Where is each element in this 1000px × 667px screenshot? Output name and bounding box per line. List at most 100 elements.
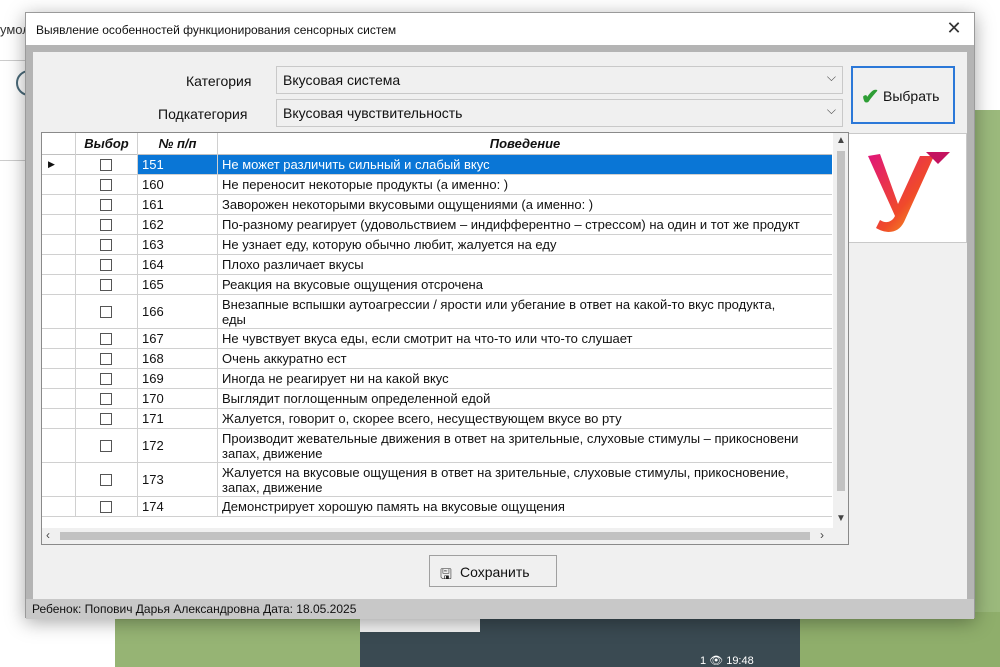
table-row[interactable]: 169 Иногда не реагирует ни на какой вкус [42, 369, 832, 389]
header-choice[interactable]: Выбор [76, 133, 138, 155]
row-behavior-text: Выглядит поглощенным определенной едой [222, 391, 491, 406]
row-number[interactable]: 161 [138, 195, 218, 214]
save-button[interactable]: 🖫 Сохранить [429, 555, 557, 587]
row-number[interactable]: 163 [138, 235, 218, 254]
row-indicator[interactable] [42, 497, 76, 516]
row-number[interactable]: 166 [138, 295, 218, 328]
choice-checkbox[interactable] [100, 259, 112, 271]
row-number[interactable]: 151 [138, 155, 218, 174]
choice-checkbox[interactable] [100, 413, 112, 425]
table-row[interactable]: 172 Производит жевательные движения в отв… [42, 429, 832, 463]
category-select[interactable]: Вкусовая система ⌵ [276, 66, 843, 94]
row-number[interactable]: 169 [138, 369, 218, 388]
row-number[interactable]: 162 [138, 215, 218, 234]
row-indicator[interactable]: ▶ [42, 155, 76, 174]
scroll-left-icon[interactable]: ‹ [46, 528, 50, 542]
row-behavior[interactable]: Внезапные вспышки аутоагрессии / ярости … [218, 295, 832, 328]
table-row[interactable]: 166 Внезапные вспышки аутоагрессии / ярос… [42, 295, 832, 329]
scroll-down-icon[interactable]: ▼ [836, 513, 846, 524]
table-row[interactable]: 161 Заворожен некоторыми вкусовыми ощущен… [42, 195, 832, 215]
choice-checkbox[interactable] [100, 279, 112, 291]
table-row[interactable]: 160 Не переносит некоторые продукты (а им… [42, 175, 832, 195]
vertical-scroll-thumb[interactable] [837, 151, 845, 491]
scroll-right-icon[interactable]: › [820, 528, 824, 542]
row-indicator[interactable] [42, 389, 76, 408]
table-row[interactable]: 162 По-разному реагирует (удовольствием –… [42, 215, 832, 235]
row-behavior[interactable]: Очень аккуратно ест [218, 349, 832, 368]
table-row[interactable]: ▶ 151 Не может различить сильный и слабый … [42, 155, 832, 175]
choice-checkbox[interactable] [100, 353, 112, 365]
row-number[interactable]: 164 [138, 255, 218, 274]
choice-checkbox[interactable] [100, 159, 112, 171]
table-row[interactable]: 170 Выглядит поглощенным определенной едо… [42, 389, 832, 409]
select-button[interactable]: ✔ Выбрать [851, 66, 955, 124]
row-number[interactable]: 168 [138, 349, 218, 368]
choice-checkbox[interactable] [100, 501, 112, 513]
choice-checkbox[interactable] [100, 219, 112, 231]
choice-checkbox[interactable] [100, 199, 112, 211]
row-behavior[interactable]: Жалуется на вкусовые ощущения в ответ на… [218, 463, 832, 496]
header-behavior[interactable]: Поведение [218, 133, 832, 155]
choice-checkbox[interactable] [100, 393, 112, 405]
row-behavior[interactable]: Не узнает еду, которую обычно любит, жал… [218, 235, 832, 254]
row-number[interactable]: 165 [138, 275, 218, 294]
row-behavior-text: Жалуется, говорит о, скорее всего, несущ… [222, 411, 622, 426]
row-behavior[interactable]: Не переносит некоторые продукты (а именн… [218, 175, 832, 194]
row-number[interactable]: 173 [138, 463, 218, 496]
vertical-scrollbar[interactable]: ▲ ▼ [833, 133, 848, 528]
choice-checkbox[interactable] [100, 474, 112, 486]
row-indicator[interactable] [42, 429, 76, 462]
table-row[interactable]: 171 Жалуется, говорит о, скорее всего, не… [42, 409, 832, 429]
choice-checkbox[interactable] [100, 306, 112, 318]
row-indicator[interactable] [42, 329, 76, 348]
horizontal-scroll-thumb[interactable] [60, 532, 810, 540]
row-indicator[interactable] [42, 349, 76, 368]
choice-checkbox[interactable] [100, 239, 112, 251]
row-indicator[interactable] [42, 235, 76, 254]
choice-checkbox[interactable] [100, 179, 112, 191]
row-behavior[interactable]: Не может различить сильный и слабый вкус [218, 155, 832, 174]
background-message-time: 1 👁 19:48 [700, 655, 754, 667]
row-behavior[interactable]: Демонстрирует хорошую память на вкусовые… [218, 497, 832, 516]
close-button[interactable]: ✕ [942, 17, 966, 41]
row-behavior[interactable]: Заворожен некоторыми вкусовыми ощущениям… [218, 195, 832, 214]
table-row[interactable]: 163 Не узнает еду, которую обычно любит, … [42, 235, 832, 255]
table-row[interactable]: 165 Реакция на вкусовые ощущения отсрочен… [42, 275, 832, 295]
row-indicator[interactable] [42, 255, 76, 274]
row-number[interactable]: 171 [138, 409, 218, 428]
row-behavior[interactable]: Выглядит поглощенным определенной едой [218, 389, 832, 408]
dialog-content: Категория Вкусовая система ⌵ Подкатегори… [26, 45, 974, 619]
row-indicator[interactable] [42, 409, 76, 428]
scroll-up-icon[interactable]: ▲ [836, 135, 846, 146]
row-behavior[interactable]: Жалуется, говорит о, скорее всего, несущ… [218, 409, 832, 428]
table-row[interactable]: 168 Очень аккуратно ест [42, 349, 832, 369]
row-behavior[interactable]: По-разному реагирует (удовольствием – ин… [218, 215, 832, 234]
choice-checkbox[interactable] [100, 333, 112, 345]
table-row[interactable]: 173 Жалуется на вкусовые ощущения в ответ… [42, 463, 832, 497]
row-indicator[interactable] [42, 463, 76, 496]
row-behavior[interactable]: Иногда не реагирует ни на какой вкус [218, 369, 832, 388]
horizontal-scrollbar[interactable]: ‹ › [42, 528, 848, 544]
row-indicator[interactable] [42, 295, 76, 328]
row-behavior[interactable]: Плохо различает вкусы [218, 255, 832, 274]
choice-checkbox[interactable] [100, 373, 112, 385]
table-row[interactable]: 164 Плохо различает вкусы [42, 255, 832, 275]
row-indicator[interactable] [42, 275, 76, 294]
row-behavior[interactable]: Реакция на вкусовые ощущения отсрочена [218, 275, 832, 294]
row-number[interactable]: 167 [138, 329, 218, 348]
table-row[interactable]: 167 Не чувствует вкуса еды, если смотрит … [42, 329, 832, 349]
row-behavior[interactable]: Не чувствует вкуса еды, если смотрит на … [218, 329, 832, 348]
row-indicator[interactable] [42, 195, 76, 214]
row-number[interactable]: 160 [138, 175, 218, 194]
row-indicator[interactable] [42, 369, 76, 388]
row-behavior[interactable]: Производит жевательные движения в ответ … [218, 429, 832, 462]
row-number[interactable]: 174 [138, 497, 218, 516]
table-row[interactable]: 174 Демонстрирует хорошую память на вкусо… [42, 497, 832, 517]
row-number[interactable]: 172 [138, 429, 218, 462]
header-number[interactable]: № п/п [138, 133, 218, 155]
choice-checkbox[interactable] [100, 440, 112, 452]
row-number[interactable]: 170 [138, 389, 218, 408]
row-indicator[interactable] [42, 215, 76, 234]
subcategory-select[interactable]: Вкусовая чувствительность ⌵ [276, 99, 843, 127]
row-indicator[interactable] [42, 175, 76, 194]
